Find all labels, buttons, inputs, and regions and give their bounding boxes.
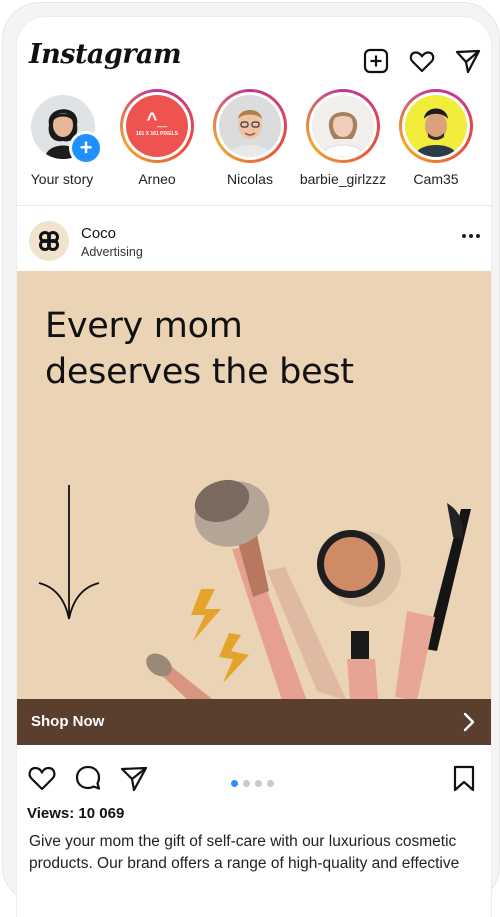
lightning-icon: [191, 589, 221, 641]
coco-logo-icon: [39, 231, 59, 251]
add-post-icon[interactable]: [362, 47, 390, 75]
story-label: barbie_girlzzz: [299, 171, 387, 187]
carousel-dot: [243, 780, 250, 787]
post-header: Coco Advertising: [17, 213, 491, 271]
post-author[interactable]: Coco: [81, 225, 116, 242]
views-count: Views: 10 069: [27, 805, 125, 822]
blush-compact-icon: [317, 530, 401, 607]
avatar: [312, 95, 374, 157]
comment-icon[interactable]: [73, 763, 103, 793]
story-avatar-ring: +: [25, 89, 103, 165]
app-screen: Instagram + Your story ^_ 161 X 161 PIXE…: [17, 17, 491, 917]
story-arneo[interactable]: ^_ 161 X 161 PIXELS Arneo: [112, 89, 202, 187]
chevron-right-icon: [463, 712, 475, 732]
lightning-icon: [219, 633, 249, 683]
share-icon[interactable]: [119, 763, 149, 793]
add-story-icon[interactable]: +: [69, 131, 103, 165]
powder-brush-icon: [194, 479, 347, 701]
bookmark-icon[interactable]: [449, 763, 479, 793]
like-heart-icon[interactable]: [27, 763, 57, 793]
story-nicolas[interactable]: Nicolas: [205, 89, 295, 187]
user-photo-icon: [405, 95, 467, 157]
story-your-story[interactable]: + Your story: [17, 89, 107, 187]
post-caption: Give your mom the gift of self-care with…: [29, 833, 460, 872]
story-avatar-ring: ^_ 161 X 161 PIXELS: [120, 89, 194, 163]
makeup-illustration: [38, 479, 471, 701]
story-avatar-ring: [306, 89, 380, 163]
user-photo-icon: [219, 95, 281, 157]
mascara-icon: [395, 503, 471, 701]
carousel-dot: [267, 780, 274, 787]
shop-now-label: Shop Now: [31, 713, 105, 730]
phone-frame: Instagram + Your story ^_ 161 X 161 PIXE…: [2, 2, 500, 917]
send-icon[interactable]: [454, 47, 482, 75]
story-label: Arneo: [138, 171, 176, 187]
story-cam35[interactable]: Cam35: [391, 89, 481, 187]
brand-avatar[interactable]: [29, 221, 69, 261]
down-arrow-icon: [38, 485, 100, 620]
story-label: Cam35: [413, 171, 459, 187]
story-barbie-girlzzz[interactable]: barbie_girlzzz: [298, 89, 388, 187]
heart-icon[interactable]: [408, 47, 436, 75]
arneo-logo-mark: ^_: [146, 109, 168, 129]
divider: [17, 205, 491, 206]
avatar: [219, 95, 281, 157]
more-options-icon[interactable]: [461, 233, 481, 239]
avatar: [405, 95, 467, 157]
stories-bar: + Your story ^_ 161 X 161 PIXELS Arneo N…: [17, 89, 491, 207]
story-label: Your story: [30, 171, 94, 187]
carousel-indicator: [231, 774, 279, 792]
story-avatar-ring: [213, 89, 287, 163]
carousel-dot: [231, 780, 238, 787]
ad-image[interactable]: Every mom deserves the best: [17, 271, 491, 701]
user-photo-icon: [312, 95, 374, 157]
post-actions: [17, 757, 491, 801]
shop-now-button[interactable]: Shop Now: [17, 699, 491, 745]
arneo-logo-text: 161 X 161 PIXELS: [136, 131, 178, 137]
post-subtitle: Advertising: [81, 245, 143, 259]
story-label: Nicolas: [227, 171, 273, 187]
instagram-logo: Instagram: [29, 39, 182, 70]
carousel-dot: [255, 780, 262, 787]
story-avatar-ring: [399, 89, 473, 163]
top-bar: Instagram: [17, 17, 491, 87]
lipstick-icon: [347, 631, 379, 701]
